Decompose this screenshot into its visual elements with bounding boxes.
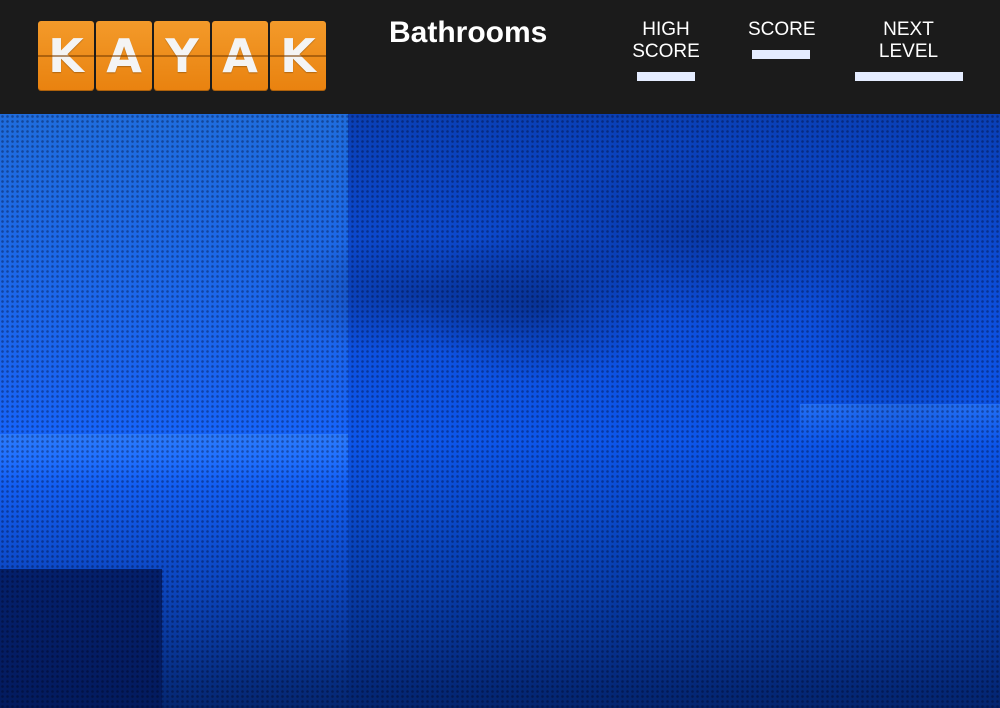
logo-letter: K — [280, 29, 316, 83]
logo-tile: A — [96, 21, 152, 91]
logo-tile: K — [38, 21, 94, 91]
next-level-bar — [854, 72, 963, 81]
score-bar — [752, 50, 810, 59]
logo-letter: K — [48, 29, 84, 83]
logo-letter: A — [222, 29, 258, 83]
score-stat: SCORE — [748, 19, 816, 59]
kayak-logo[interactable]: K A Y A K — [38, 21, 326, 91]
next-level-stat: NEXT LEVEL — [853, 19, 964, 81]
logo-letter: Y — [165, 29, 199, 83]
logo-letter: A — [106, 29, 142, 83]
high-score-label: HIGH SCORE — [632, 19, 700, 62]
logo-tile: A — [212, 21, 268, 91]
score-label: SCORE — [748, 19, 816, 40]
logo-tile: K — [270, 21, 326, 91]
next-level-label: NEXT LEVEL — [878, 19, 939, 62]
level-title: Bathrooms — [389, 16, 548, 49]
game-scene[interactable] — [0, 114, 1000, 708]
halftone-overlay — [0, 114, 1000, 708]
logo-tile: Y — [154, 21, 210, 91]
high-score-stat: HIGH SCORE — [608, 19, 724, 81]
high-score-bar — [637, 72, 695, 81]
game-header: K A Y A K Bathrooms HIGH SCORE SCORE NEX… — [0, 0, 1000, 114]
